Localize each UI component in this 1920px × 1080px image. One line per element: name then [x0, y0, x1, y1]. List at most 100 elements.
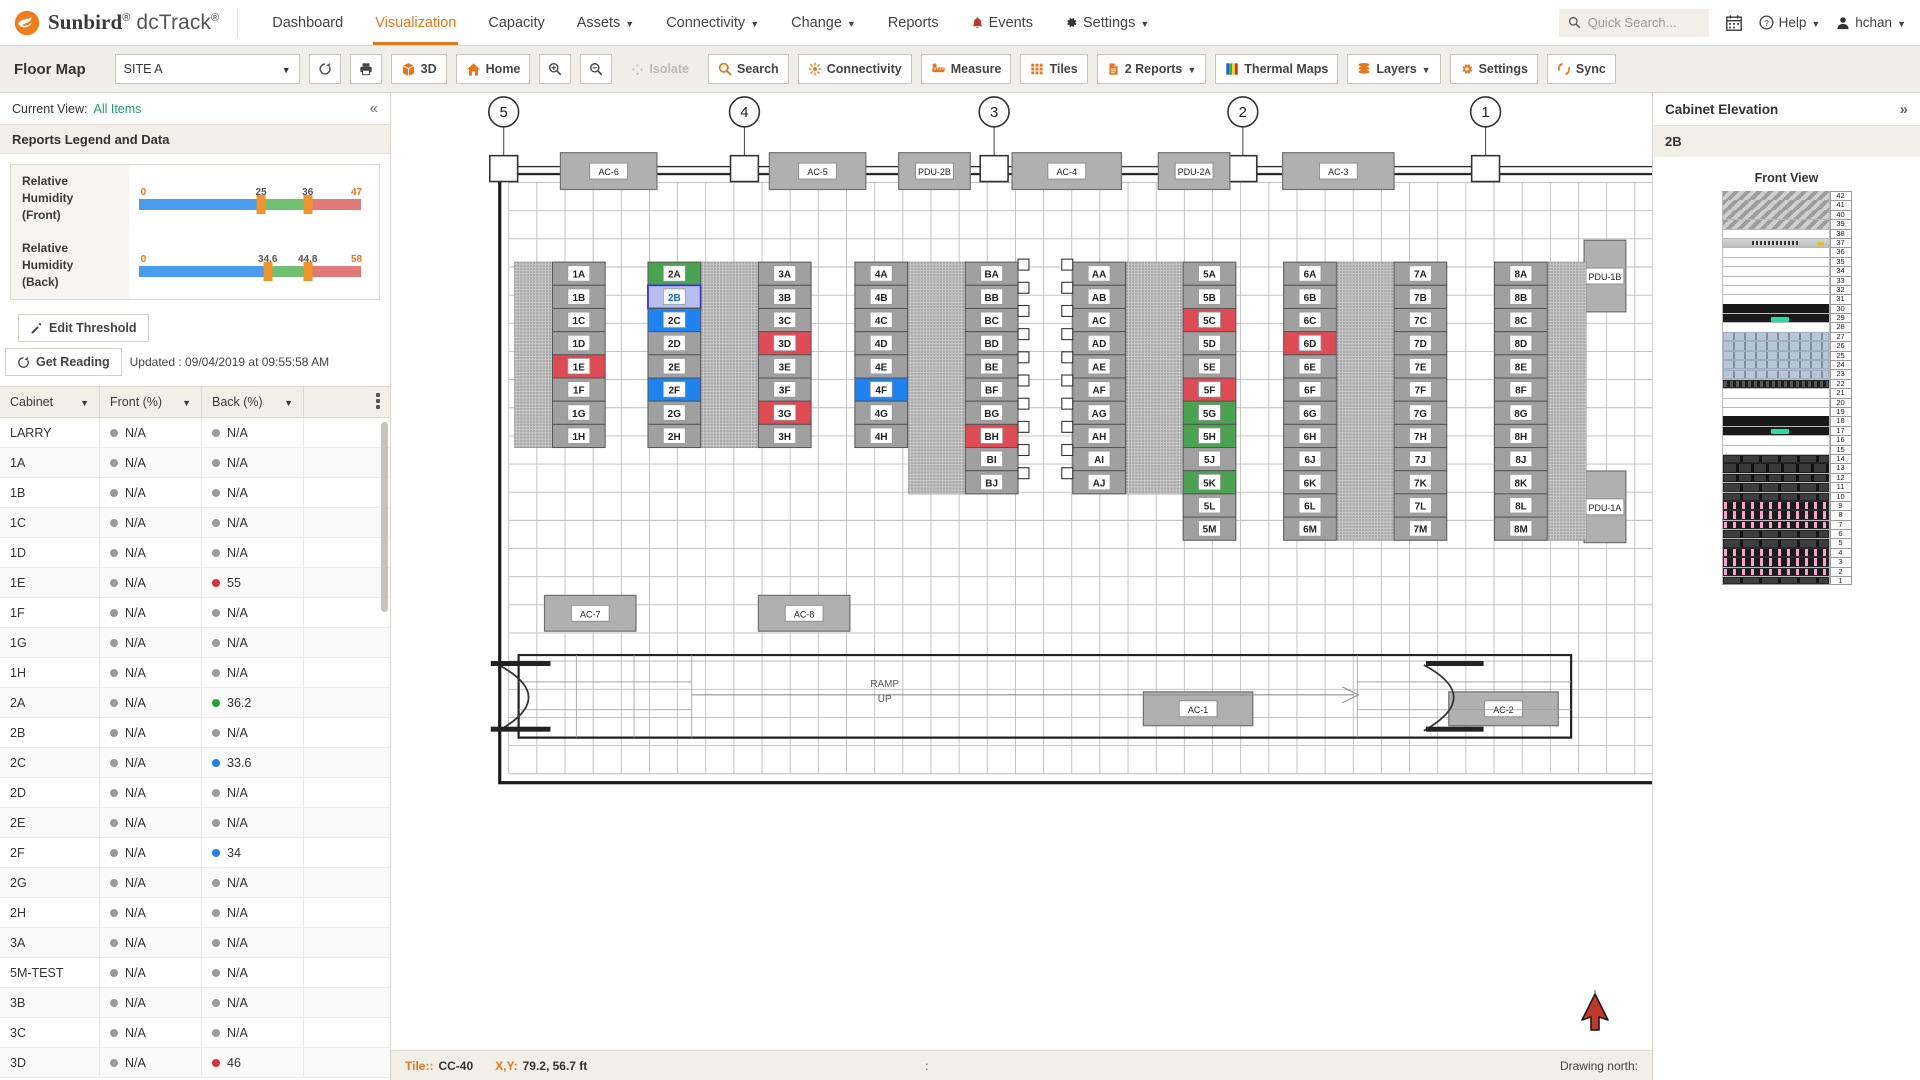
cabinet-BI[interactable]: BI — [964, 447, 1019, 472]
rack-device-black-server[interactable] — [1721, 472, 1830, 483]
cabinet-BJ[interactable]: BJ — [964, 470, 1019, 495]
table-row[interactable]: 2G N/A N/A — [0, 868, 390, 898]
cabinet-BH[interactable]: BH — [964, 423, 1019, 449]
cabinet-7F[interactable]: 7F — [1393, 377, 1448, 402]
cabinet-AD[interactable]: AD — [1072, 331, 1126, 356]
cabinet-2D[interactable]: 2D — [647, 331, 702, 356]
cabinet-6B[interactable]: 6B — [1283, 284, 1337, 309]
cabinet-BA[interactable]: BA — [964, 261, 1019, 286]
layers-button[interactable]: Layers ▼ — [1347, 54, 1441, 84]
cabinet-4H[interactable]: 4H — [854, 423, 909, 449]
cabinet-1F[interactable]: 1F — [551, 377, 606, 402]
cabinet-2H[interactable]: 2H — [647, 423, 702, 449]
ac-unit-AC-2[interactable]: AC-2 — [1448, 691, 1559, 727]
table-row[interactable]: 1H N/A N/A — [0, 658, 390, 688]
current-view-value[interactable]: All Items — [94, 102, 142, 116]
table-row[interactable]: 2D N/A N/A — [0, 778, 390, 808]
rack-device-disk-array[interactable] — [1721, 566, 1830, 577]
cabinet-7A[interactable]: 7A — [1393, 261, 1448, 286]
table-row[interactable]: 3D N/A 46 — [0, 1048, 390, 1078]
quick-search-box[interactable]: Quick Search... — [1558, 8, 1709, 37]
zoom-out-button[interactable] — [580, 54, 613, 84]
cabinet-4D[interactable]: 4D — [854, 331, 909, 356]
cabinet-8L[interactable]: 8L — [1494, 493, 1548, 518]
rack-device-thin-server[interactable] — [1721, 453, 1830, 464]
cabinet-AF[interactable]: AF — [1072, 377, 1126, 402]
cabinet-4E[interactable]: 4E — [854, 354, 909, 379]
calendar-button[interactable] — [1725, 14, 1743, 32]
cabinet-3D[interactable]: 3D — [757, 331, 812, 356]
rack-device-disk-array[interactable] — [1721, 510, 1830, 520]
cabinet-7K[interactable]: 7K — [1393, 470, 1448, 495]
cabinet-5F[interactable]: 5F — [1182, 377, 1237, 402]
rack-device-blanking[interactable] — [1721, 219, 1830, 229]
rack-device-hpe-server[interactable] — [1721, 313, 1830, 323]
cabinet-7J[interactable]: 7J — [1393, 447, 1448, 472]
pdu-unit-PDU-2A[interactable]: PDU-2A — [1157, 152, 1231, 191]
table-row[interactable]: 1G N/A N/A — [0, 628, 390, 658]
rack-device-hpe-server[interactable] — [1721, 416, 1830, 426]
cabinet-2A[interactable]: 2A — [647, 261, 702, 286]
cabinet-4F[interactable]: 4F — [854, 377, 909, 402]
rack-device-thin-server[interactable] — [1721, 538, 1830, 548]
get-reading-button[interactable]: Get Reading — [5, 348, 122, 376]
cabinet-3E[interactable]: 3E — [757, 354, 812, 379]
map-settings-button[interactable]: Settings — [1449, 54, 1538, 84]
cabinet-5D[interactable]: 5D — [1182, 331, 1237, 356]
table-scrollbar[interactable] — [381, 422, 388, 612]
pdu-unit-PDU-1B[interactable]: PDU-1B — [1583, 239, 1627, 313]
cabinet-AJ[interactable]: AJ — [1072, 470, 1126, 495]
table-row[interactable]: 2H N/A N/A — [0, 898, 390, 928]
cabinet-6A[interactable]: 6A — [1283, 261, 1337, 286]
column-header-back[interactable]: Back (%) ▼ — [202, 387, 304, 417]
cabinet-5E[interactable]: 5E — [1182, 354, 1237, 379]
cabinet-2B[interactable]: 2B — [647, 284, 702, 310]
cabinet-6K[interactable]: 6K — [1283, 470, 1337, 495]
cabinet-AH[interactable]: AH — [1072, 423, 1126, 449]
floor-map-svg[interactable]: 5 4 3 2 1A BC AC-6 AC-5 PDU-2B AC-4 PDU-2A AC-3 AC-7… — [391, 93, 1652, 1050]
reports-button[interactable]: 2 Reports ▼ — [1096, 54, 1207, 84]
column-header-front[interactable]: Front (%) ▼ — [100, 387, 202, 417]
help-menu[interactable]: ? Help ▼ — [1759, 15, 1820, 30]
cabinet-6F[interactable]: 6F — [1283, 377, 1337, 402]
cabinet-7G[interactable]: 7G — [1393, 400, 1448, 425]
cabinet-1D[interactable]: 1D — [551, 331, 606, 356]
nav-item-visualization[interactable]: Visualization — [359, 0, 472, 45]
cabinet-8B[interactable]: 8B — [1494, 284, 1548, 309]
3d-button[interactable]: 3D — [390, 54, 447, 84]
table-row[interactable]: 3B N/A N/A — [0, 988, 390, 1018]
table-row[interactable]: 1A N/A N/A — [0, 448, 390, 478]
cabinet-AA[interactable]: AA — [1072, 261, 1126, 286]
rack-device-blade-chassis[interactable] — [1721, 369, 1830, 379]
table-row[interactable]: 2E N/A N/A — [0, 808, 390, 838]
rack-device-blade-chassis[interactable] — [1721, 331, 1830, 342]
table-row[interactable]: 1C N/A N/A — [0, 508, 390, 538]
rack-device-thin-server[interactable] — [1721, 576, 1830, 586]
rack-device-disk-array[interactable] — [1721, 557, 1830, 567]
rack-device-disk-array[interactable] — [1721, 519, 1830, 530]
cabinet-8A[interactable]: 8A — [1494, 261, 1548, 286]
rack-device-disk-array[interactable] — [1721, 500, 1830, 511]
nav-item-capacity[interactable]: Capacity — [472, 0, 560, 45]
cabinet-4A[interactable]: 4A — [854, 261, 909, 286]
cabinet-7H[interactable]: 7H — [1393, 423, 1448, 449]
cabinet-BE[interactable]: BE — [964, 354, 1019, 379]
ac-unit-AC-7[interactable]: AC-7 — [543, 594, 637, 632]
nav-item-dashboard[interactable]: Dashboard — [256, 0, 359, 45]
table-row[interactable]: 1F N/A N/A — [0, 598, 390, 628]
cabinet-5M[interactable]: 5M — [1182, 516, 1237, 541]
rack-device-hpe-server[interactable] — [1721, 425, 1830, 436]
cabinet-2G[interactable]: 2G — [647, 400, 702, 425]
cabinet-BB[interactable]: BB — [964, 284, 1019, 309]
cabinet-6E[interactable]: 6E — [1283, 354, 1337, 379]
print-button[interactable] — [349, 54, 382, 84]
cabinet-6L[interactable]: 6L — [1283, 493, 1337, 518]
edit-threshold-button[interactable]: Edit Threshold — [18, 314, 149, 342]
table-row[interactable]: LARRY N/A N/A — [0, 418, 390, 448]
measure-button[interactable]: Measure — [920, 54, 1012, 84]
cabinet-7E[interactable]: 7E — [1393, 354, 1448, 379]
cabinet-8H[interactable]: 8H — [1494, 423, 1548, 449]
table-row[interactable]: 2A N/A 36.2 — [0, 688, 390, 718]
cabinet-8J[interactable]: 8J — [1494, 447, 1548, 472]
search-button[interactable]: Search — [708, 54, 789, 84]
